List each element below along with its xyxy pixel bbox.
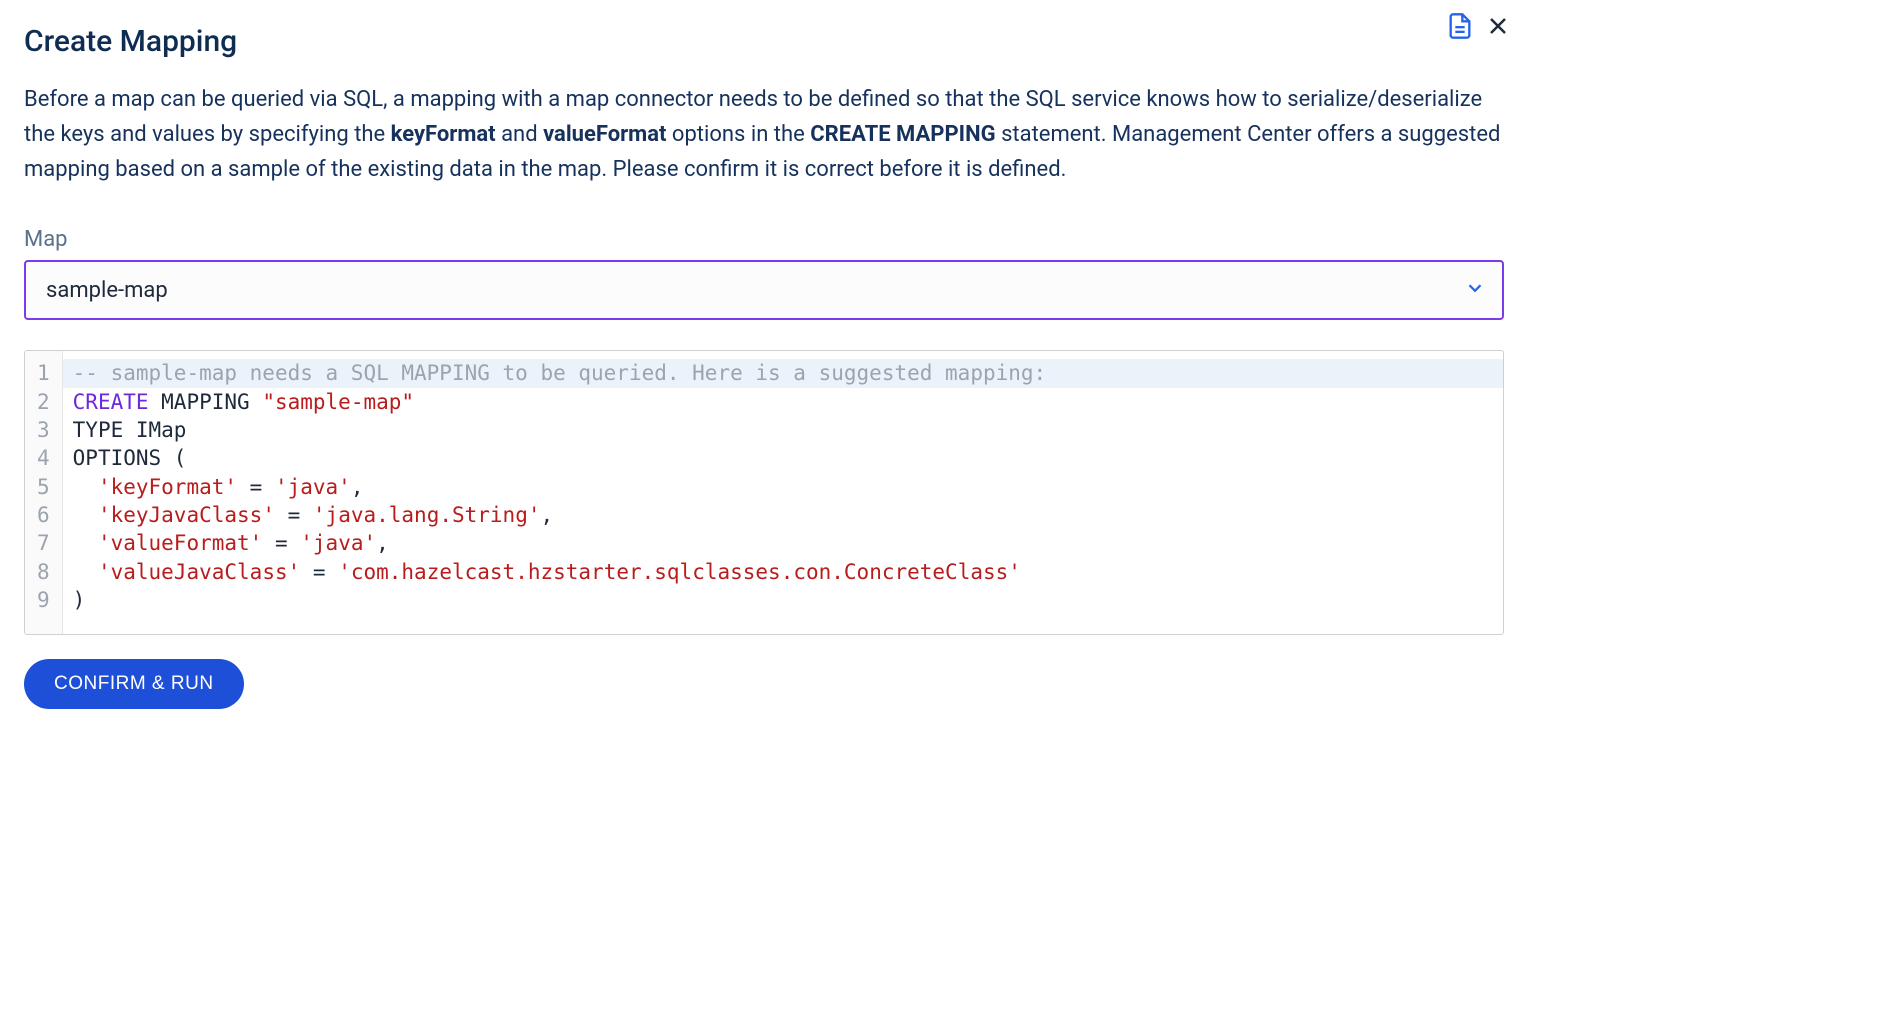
- description-bold: CREATE MAPPING: [810, 122, 995, 147]
- code-line[interactable]: CREATE MAPPING "sample-map": [63, 388, 1503, 416]
- sql-editor[interactable]: 123456789 -- sample-map needs a SQL MAPP…: [24, 350, 1504, 635]
- editor-body[interactable]: -- sample-map needs a SQL MAPPING to be …: [63, 351, 1503, 634]
- code-line[interactable]: 'keyFormat' = 'java',: [63, 473, 1503, 501]
- map-select[interactable]: sample-map: [24, 260, 1504, 320]
- page-title: Create Mapping: [24, 24, 237, 59]
- code-token: 'valueFormat': [98, 531, 262, 555]
- confirm-run-button[interactable]: CONFIRM & RUN: [24, 659, 244, 709]
- code-token: OPTIONS (: [73, 446, 187, 470]
- line-number: 6: [33, 501, 54, 529]
- code-line[interactable]: 'valueJavaClass' = 'com.hazelcast.hzstar…: [63, 558, 1503, 586]
- code-line[interactable]: OPTIONS (: [63, 444, 1503, 472]
- line-number: 1: [33, 359, 54, 387]
- code-token: =: [300, 560, 338, 584]
- code-token: MAPPING: [149, 390, 263, 414]
- code-line[interactable]: ): [63, 586, 1503, 614]
- line-number: 8: [33, 558, 54, 586]
- header-actions: [1446, 12, 1510, 40]
- description-text: and: [496, 122, 543, 147]
- line-number: 2: [33, 388, 54, 416]
- dialog-description: Before a map can be queried via SQL, a m…: [24, 83, 1504, 187]
- code-token: 'java.lang.String': [313, 503, 541, 527]
- code-token: 'java': [300, 531, 376, 555]
- code-token: [73, 531, 98, 555]
- close-icon[interactable]: [1486, 14, 1510, 38]
- code-token: [73, 475, 98, 499]
- code-token: ): [73, 588, 86, 612]
- code-token: 'valueJavaClass': [98, 560, 300, 584]
- document-icon[interactable]: [1446, 12, 1474, 40]
- map-select-wrapper: sample-map: [24, 260, 1504, 320]
- line-number: 7: [33, 529, 54, 557]
- code-token: =: [262, 531, 300, 555]
- description-bold: valueFormat: [543, 122, 666, 147]
- code-token: 'java': [275, 475, 351, 499]
- code-token: =: [275, 503, 313, 527]
- code-line[interactable]: 'valueFormat' = 'java',: [63, 529, 1503, 557]
- code-token: 'keyFormat': [98, 475, 237, 499]
- map-select-value: sample-map: [46, 278, 168, 303]
- description-bold: keyFormat: [391, 122, 496, 147]
- line-number: 9: [33, 586, 54, 614]
- code-token: ,: [351, 475, 364, 499]
- dialog-header: Create Mapping: [24, 24, 1504, 59]
- code-token: 'keyJavaClass': [98, 503, 275, 527]
- line-number: 5: [33, 473, 54, 501]
- code-token: "sample-map": [262, 390, 414, 414]
- code-token: 'com.hazelcast.hzstarter.sqlclasses.con.…: [338, 560, 1021, 584]
- code-token: [73, 560, 98, 584]
- code-token: ,: [540, 503, 553, 527]
- code-token: CREATE: [73, 390, 149, 414]
- code-line[interactable]: 'keyJavaClass' = 'java.lang.String',: [63, 501, 1503, 529]
- line-number: 3: [33, 416, 54, 444]
- code-token: ,: [376, 531, 389, 555]
- code-token: TYPE IMap: [73, 418, 187, 442]
- line-number: 4: [33, 444, 54, 472]
- description-text: options in the: [666, 122, 810, 147]
- editor-gutter: 123456789: [25, 351, 63, 634]
- code-line[interactable]: TYPE IMap: [63, 416, 1503, 444]
- code-token: =: [237, 475, 275, 499]
- code-token: [73, 503, 98, 527]
- code-token: -- sample-map needs a SQL MAPPING to be …: [73, 361, 1047, 385]
- map-field-label: Map: [24, 227, 1504, 252]
- code-line[interactable]: -- sample-map needs a SQL MAPPING to be …: [63, 359, 1503, 387]
